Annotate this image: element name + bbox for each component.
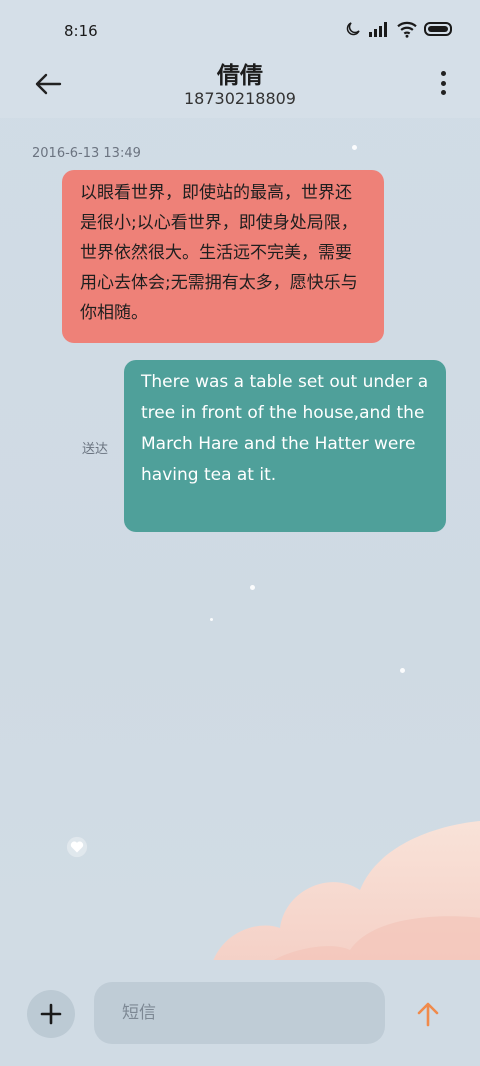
moon-icon — [346, 22, 360, 36]
contact-number: 18730218809 — [184, 89, 296, 108]
status-bar: 8:16 — [0, 0, 480, 56]
cloud-illustration — [210, 821, 480, 970]
add-attachment-button[interactable] — [27, 990, 75, 1038]
incoming-message-bubble[interactable]: 以眼看世界，即使站的最高，世界还是很小;以心看世界，即使身处局限，世界依然很大。… — [62, 170, 384, 343]
status-icons — [344, 20, 454, 38]
signal-icon — [369, 22, 387, 37]
contact-name: 倩倩 — [217, 63, 263, 89]
battery-icon — [424, 22, 452, 36]
sparkle-dot — [400, 668, 405, 673]
outgoing-message-bubble[interactable]: There was a table set out under a tree i… — [124, 360, 446, 532]
composer-bar — [0, 960, 480, 1066]
message-timestamp: 2016-6-13 13:49 — [32, 146, 141, 161]
message-input[interactable] — [94, 982, 385, 1044]
send-arrow-icon — [417, 1002, 439, 1027]
conversation-header: 倩倩 18730218809 — [0, 56, 480, 118]
sparkle-dot — [352, 145, 357, 150]
heart-icon — [66, 836, 88, 858]
send-button[interactable] — [412, 998, 444, 1030]
sparkle-dot — [250, 585, 255, 590]
sparkle-dot — [210, 618, 213, 621]
more-vertical-icon — [440, 71, 446, 76]
plus-icon — [40, 1003, 62, 1025]
status-time: 8:16 — [64, 22, 98, 40]
more-options-button[interactable] — [436, 68, 450, 98]
delivery-status: 送达 — [82, 442, 109, 457]
wifi-icon — [397, 21, 417, 38]
